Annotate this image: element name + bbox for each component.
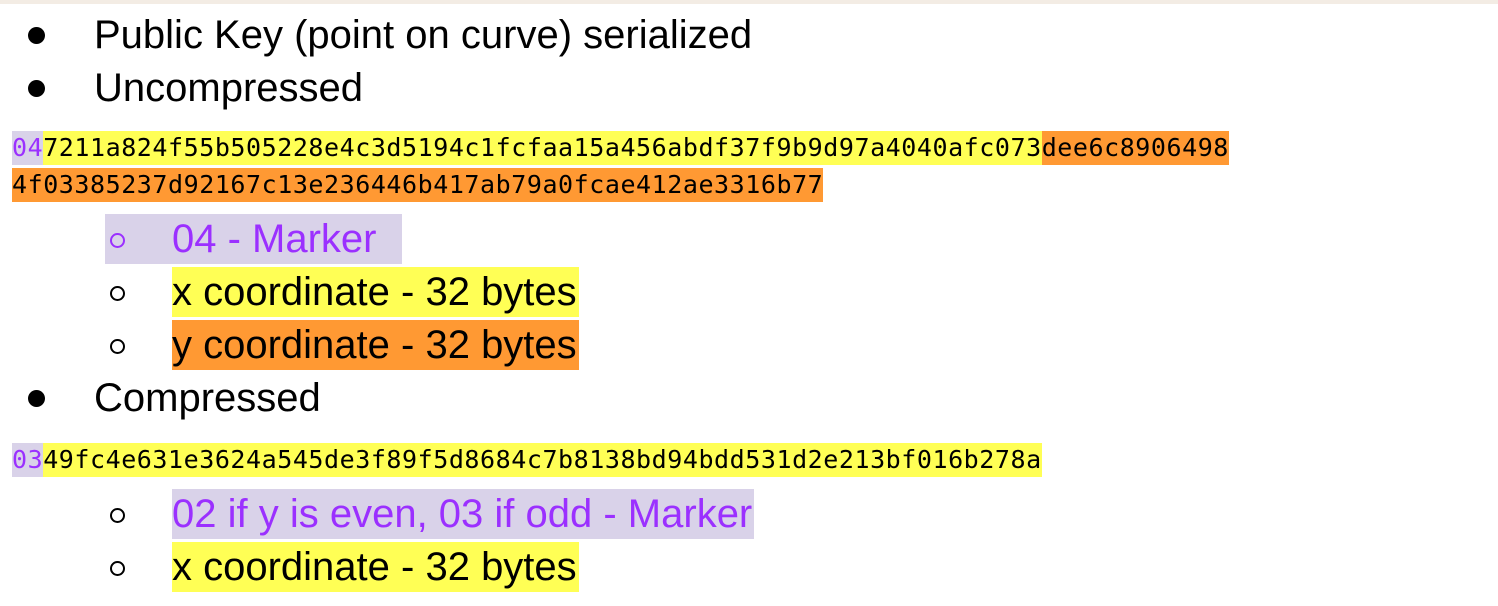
uncompressed-item-marker-text: 04 - Marker — [172, 217, 377, 261]
compressed-item-x-text: x coordinate - 32 bytes — [172, 542, 579, 592]
bullet-public-key-text: Public Key (point on curve) serialized — [94, 13, 753, 57]
uncompressed-item-y-text: y coordinate - 32 bytes — [172, 320, 579, 370]
compressed-item-marker-text: 02 if y is even, 03 if odd - Marker — [172, 489, 755, 539]
uncompressed-hex-line-1: 047211a824f55b505228e4c3d5194c1fcfaa15a4… — [12, 131, 1229, 165]
top-border — [0, 0, 1498, 4]
uncompressed-marker-hex: 04 — [12, 131, 44, 165]
sub-bullet-ring-icon — [110, 561, 125, 576]
compressed-x-hex: 49fc4e631e3624a545de3f89f5d8684c7b8138bd… — [43, 443, 1042, 477]
uncompressed-x-hex: 7211a824f55b505228e4c3d5194c1fcfaa15a456… — [43, 131, 1042, 165]
bullet-uncompressed-text: Uncompressed — [94, 66, 364, 110]
sub-bullet-ring-icon — [110, 233, 125, 248]
sub-bullet-ring-icon — [110, 339, 125, 354]
uncompressed-y-hex-start: dee6c8906498 — [1041, 131, 1229, 165]
bullet-dot-icon — [28, 390, 45, 407]
uncompressed-hex-line-2: 4f03385237d92167c13e236446b417ab79a0fcae… — [12, 168, 824, 202]
bullet-compressed-text: Compressed — [94, 376, 321, 420]
bullet-dot-icon — [28, 80, 45, 97]
sub-bullet-ring-icon — [110, 286, 125, 301]
uncompressed-y-hex-end: 4f03385237d92167c13e236446b417ab79a0fcae… — [12, 168, 824, 202]
bullet-dot-icon — [28, 27, 45, 44]
compressed-marker-hex: 03 — [12, 443, 44, 477]
compressed-hex-line: 0349fc4e631e3624a545de3f89f5d8684c7b8138… — [12, 443, 1042, 477]
sub-bullet-ring-icon — [110, 508, 125, 523]
uncompressed-item-x-text: x coordinate - 32 bytes — [172, 267, 579, 317]
